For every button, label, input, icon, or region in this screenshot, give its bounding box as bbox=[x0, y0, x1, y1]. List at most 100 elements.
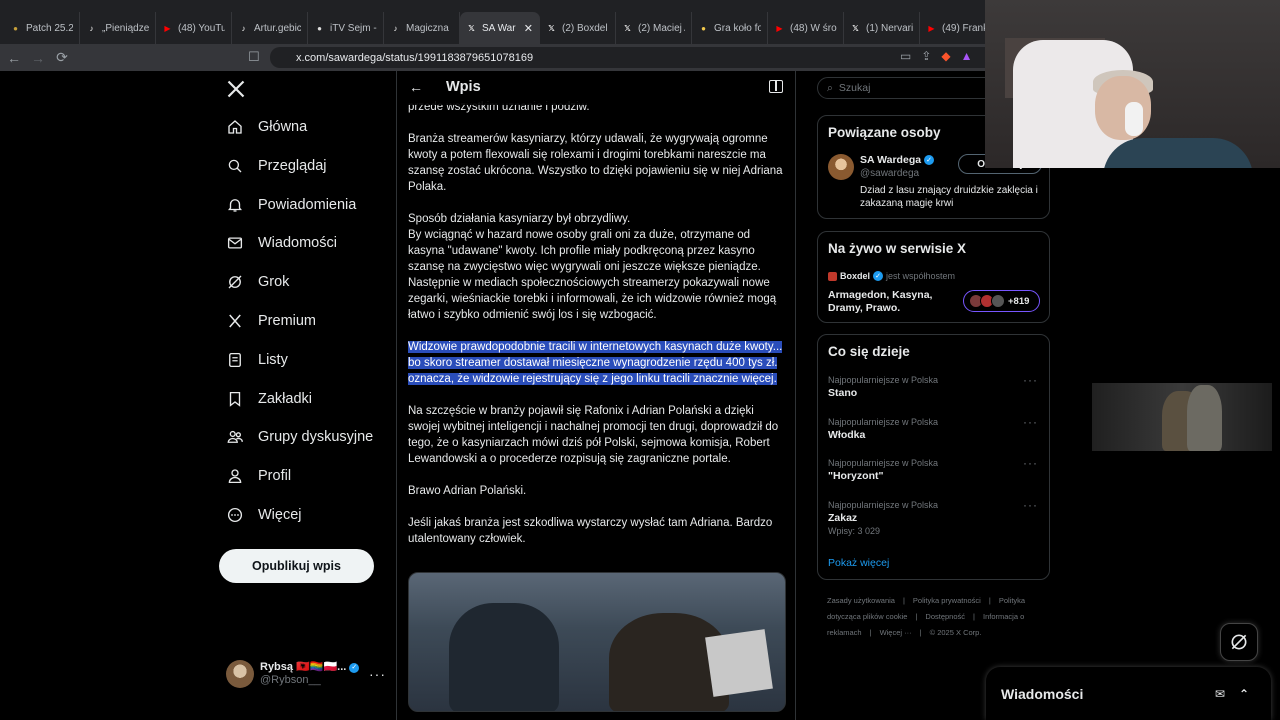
footer-separator: | bbox=[988, 596, 991, 605]
browser-tab[interactable]: ● Gra koło fo bbox=[692, 12, 768, 44]
more-options-icon[interactable]: ··· bbox=[1023, 415, 1038, 429]
footer-link[interactable]: Zasady użytkowania bbox=[827, 596, 895, 605]
browser-tab[interactable]: 𝕏 (2) Boxdel bbox=[540, 12, 616, 44]
x-icon bbox=[229, 314, 241, 328]
trend-item[interactable]: Najpopularniejsze w Polska Stano ··· bbox=[828, 373, 1038, 399]
search-icon bbox=[228, 159, 242, 173]
browser-tab[interactable]: ● Patch 25.23 bbox=[4, 12, 80, 44]
nav-item-mail[interactable]: Wiadomości bbox=[226, 234, 337, 252]
browser-tab[interactable]: 𝕏 (2) Maciej A bbox=[616, 12, 692, 44]
tab-title: Artur.gebicz bbox=[254, 22, 301, 34]
trend-item[interactable]: Najpopularniejsze w Polska Zakaz Wpisy: 3 … bbox=[828, 498, 1038, 536]
more-options-icon[interactable]: ··· bbox=[1023, 373, 1038, 387]
footer-link[interactable]: Dostępność bbox=[925, 612, 965, 621]
more-circle-icon bbox=[227, 507, 243, 523]
cast-icon[interactable]: ▭ bbox=[900, 49, 911, 63]
x-icon: 𝕏 bbox=[852, 23, 859, 33]
messages-drawer[interactable]: Wiadomości ✉ ⌃ bbox=[986, 667, 1271, 720]
nav-item-x[interactable]: Premium bbox=[226, 312, 316, 330]
close-tab-icon[interactable]: ✕ bbox=[524, 22, 533, 35]
reader-mode-icon[interactable] bbox=[769, 80, 783, 93]
browser-tab[interactable]: ♪ „Pieniądze s bbox=[80, 12, 156, 44]
post-paragraph: Brawo Adrian Polański. bbox=[408, 485, 527, 497]
host-suffix: jest współhostem bbox=[886, 271, 956, 281]
home-icon bbox=[228, 120, 242, 134]
publish-post-button[interactable]: Opublikuj wpis bbox=[219, 549, 374, 583]
nav-item-bell[interactable]: Powiadomienia bbox=[226, 196, 356, 214]
browser-tab[interactable]: ♪ Artur.gebicz bbox=[232, 12, 308, 44]
post-image[interactable] bbox=[408, 572, 786, 712]
image-figure-left bbox=[449, 603, 559, 711]
space-title[interactable]: Armagedon, Kasyna, Dramy, Prawo. bbox=[828, 289, 958, 315]
people-icon bbox=[227, 431, 243, 444]
back-button[interactable]: ← bbox=[409, 79, 423, 95]
browser-actions: ▭ ⇪ ◆ ▲ bbox=[900, 49, 973, 63]
nav-item-bookmark[interactable]: Zakładki bbox=[226, 390, 312, 408]
browser-tab[interactable]: ♪ Magiczna bbox=[384, 12, 460, 44]
post-column: ← Wpis przede wszystkim uznanie i podziw… bbox=[396, 71, 796, 720]
nav-item-list[interactable]: Listy bbox=[226, 351, 288, 369]
nav-item-search[interactable]: Przeglądaj bbox=[226, 157, 327, 175]
browser-tab[interactable]: ▶ (48) YouTub bbox=[156, 12, 232, 44]
nav-item-label: Listy bbox=[258, 351, 288, 368]
nav-item-person[interactable]: Profil bbox=[226, 467, 291, 485]
tab-title: (48) W środ bbox=[790, 22, 837, 34]
post-paragraph: Widzowie prawdopodobnie tracili w intern… bbox=[408, 339, 788, 387]
live-title: Na żywo w serwisie X bbox=[828, 241, 967, 256]
forward-arrow-icon[interactable]: → bbox=[28, 48, 48, 68]
tab-title: (1) Nervarie bbox=[866, 22, 913, 34]
x-logo-icon[interactable] bbox=[226, 79, 246, 99]
account-switcher[interactable]: Rybsą 🇦🇱🏳️‍🌈🇵🇱... ✓ @Rybson__ ··· bbox=[226, 659, 386, 689]
footer-separator: | bbox=[919, 628, 922, 637]
nav-item-label: Zakładki bbox=[258, 390, 312, 407]
nav-item-more-circle[interactable]: Więcej bbox=[226, 506, 302, 524]
search-input[interactable]: ⌕ Szukaj bbox=[817, 77, 1007, 99]
bell-icon bbox=[228, 198, 242, 212]
tiktok-icon: ♪ bbox=[393, 23, 398, 33]
live-host: Boxdel ✓ jest współhostem bbox=[828, 271, 955, 281]
more-options-icon[interactable]: ··· bbox=[1023, 498, 1038, 512]
grok-floating-button[interactable] bbox=[1220, 623, 1258, 661]
nav-item-label: Przeglądaj bbox=[258, 157, 327, 174]
avatar[interactable] bbox=[828, 154, 854, 180]
post-text: przede wszystkim uznanie i podziw. Branża… bbox=[408, 99, 788, 563]
account-handle: @Rybson__ bbox=[260, 674, 321, 686]
back-arrow-icon[interactable]: ← bbox=[4, 48, 24, 68]
nav-item-label: Główna bbox=[258, 119, 308, 135]
browser-tab[interactable]: ▶ (48) W środ bbox=[768, 12, 844, 44]
show-more-link[interactable]: Pokaż więcej bbox=[828, 557, 889, 569]
bookmark-icon bbox=[229, 391, 241, 407]
footer-link[interactable]: Polityka prywatności bbox=[913, 596, 981, 605]
nav-item-label: Więcej bbox=[258, 507, 302, 523]
x-page: Główna Przeglądaj Powiadomienia Wiadomości G… bbox=[0, 71, 1280, 720]
footer-link[interactable]: Więcej ··· bbox=[880, 628, 912, 637]
browser-tab[interactable]: 𝕏 (1) Nervarie bbox=[844, 12, 920, 44]
brave-shield-icon[interactable]: ◆ bbox=[941, 49, 950, 63]
trend-topic: Stano bbox=[828, 387, 858, 399]
footer-link[interactable]: © 2025 X Corp. bbox=[930, 628, 982, 637]
nav-item-home[interactable]: Główna bbox=[226, 118, 307, 136]
expand-icon[interactable]: ⌃ bbox=[1239, 687, 1249, 701]
more-options-icon[interactable]: ··· bbox=[369, 666, 386, 682]
browser-tab[interactable]: ● iTV Sejm - t bbox=[308, 12, 384, 44]
trend-topic: "Horyzont" bbox=[828, 470, 884, 482]
footer-separator: | bbox=[869, 628, 872, 637]
browser-tab[interactable]: 𝕏 SA War ✕ bbox=[460, 12, 540, 44]
footer-links: Zasady użytkowania | Polityka prywatności |… bbox=[827, 593, 1057, 641]
nav-item-grok[interactable]: Grok bbox=[226, 273, 289, 291]
reload-icon[interactable]: ⟳ bbox=[52, 48, 72, 68]
trend-item[interactable]: Najpopularniejsze w Polska "Horyzont" ··· bbox=[828, 456, 1038, 482]
related-name[interactable]: SA Wardega bbox=[860, 154, 921, 166]
more-options-icon[interactable]: ··· bbox=[1023, 456, 1038, 470]
rewards-icon[interactable]: ▲ bbox=[961, 49, 973, 63]
nav-item-people[interactable]: Grupy dyskusyjne bbox=[226, 428, 373, 446]
trend-item[interactable]: Najpopularniejsze w Polska Włodka ··· bbox=[828, 415, 1038, 441]
new-message-icon[interactable]: ✉ bbox=[1215, 687, 1225, 701]
share-icon[interactable]: ⇪ bbox=[921, 49, 931, 63]
join-space-button[interactable]: +819 bbox=[963, 290, 1040, 312]
mail-icon bbox=[227, 237, 243, 249]
bookmark-page-icon[interactable]: ☐ bbox=[248, 49, 260, 65]
url-bar[interactable]: x.com/sawardega/status/19911838796510781… bbox=[270, 47, 1000, 68]
game-overlay bbox=[1092, 383, 1272, 451]
list-icon bbox=[229, 352, 241, 367]
